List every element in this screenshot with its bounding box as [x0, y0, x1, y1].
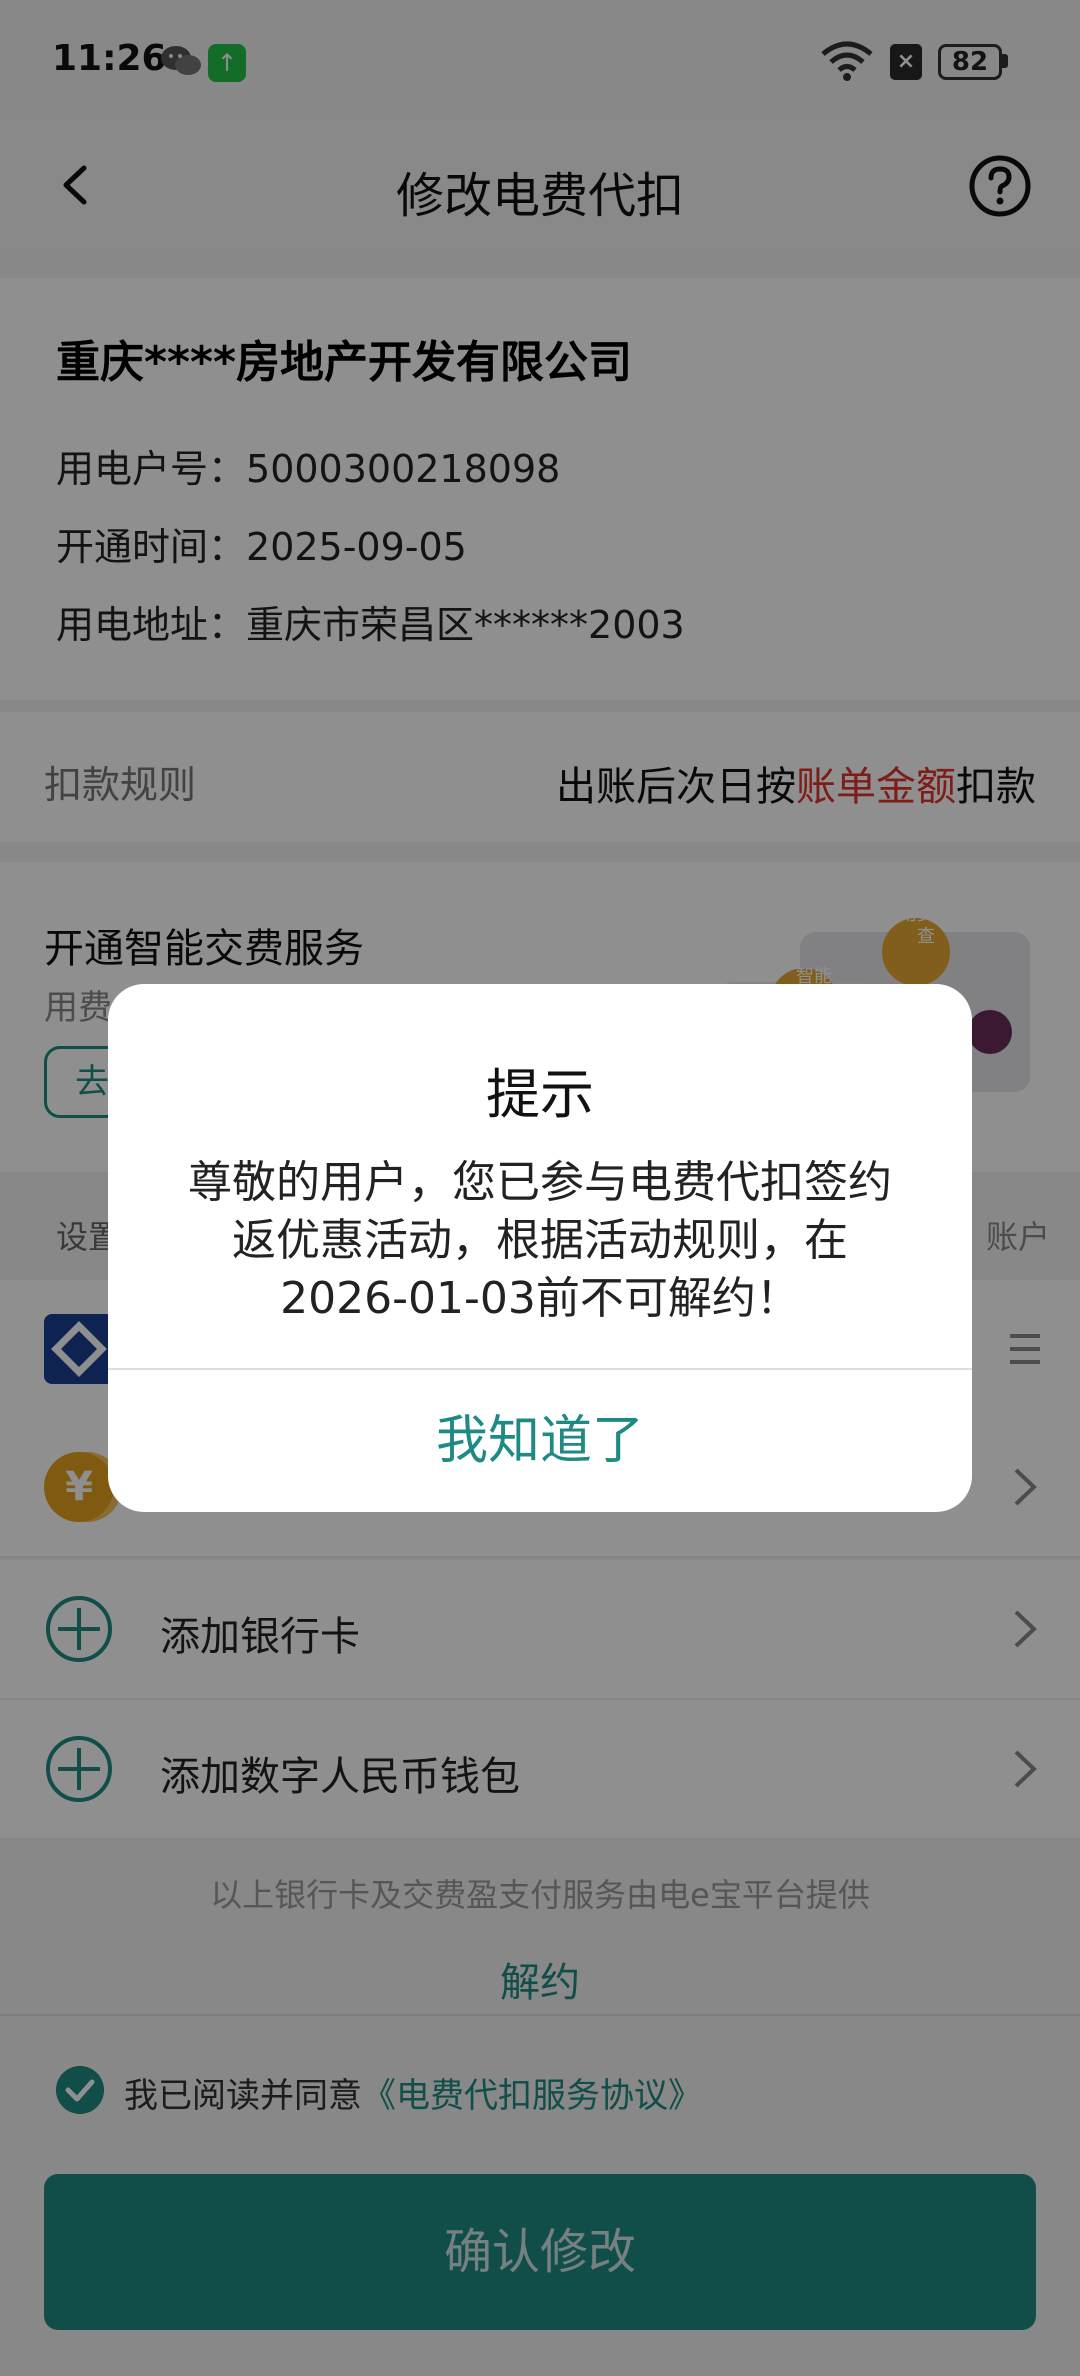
dialog-message: 尊敬的用户，您已参与电费代扣签约返优惠活动，根据活动规则，在2026-01-03…: [188, 1157, 892, 1324]
dialog-ok-button[interactable]: 我知道了: [108, 1370, 972, 1512]
alert-dialog: 提示 尊敬的用户，您已参与电费代扣签约返优惠活动，根据活动规则，在2026-01…: [108, 984, 972, 1512]
dialog-title: 提示: [486, 1063, 594, 1126]
